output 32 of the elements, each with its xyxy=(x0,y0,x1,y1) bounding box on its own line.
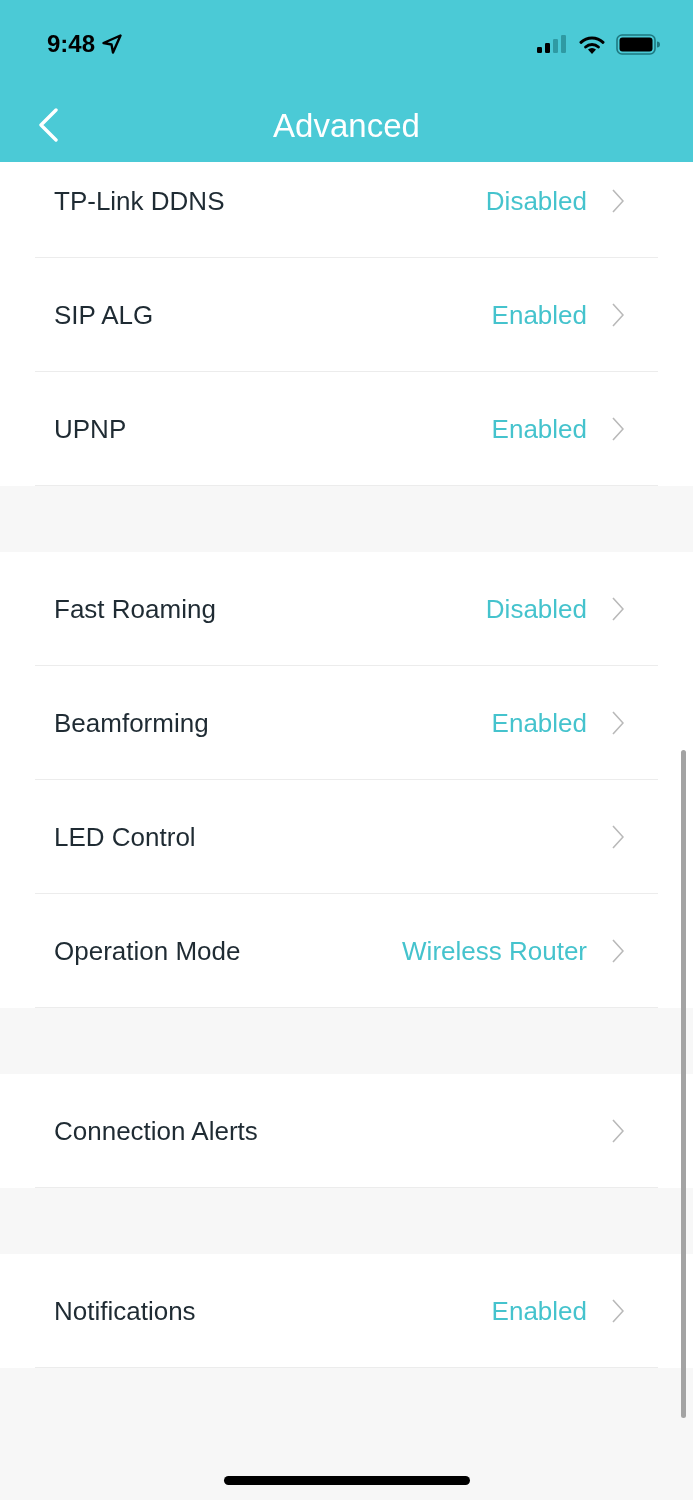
chevron-right-icon xyxy=(612,416,624,441)
setting-value: Wireless Router xyxy=(402,937,587,964)
chevron-right-icon xyxy=(612,1118,624,1143)
setting-label[interactable]: Connection Alerts xyxy=(54,1117,258,1144)
chevron-right-icon xyxy=(612,1298,624,1323)
chevron-right-icon xyxy=(612,596,624,621)
battery-icon xyxy=(616,33,660,55)
location-arrow-icon xyxy=(102,34,123,54)
back-chevron-icon xyxy=(38,108,58,142)
wifi-icon xyxy=(579,34,605,54)
chevron-right-icon xyxy=(612,824,624,849)
setting-value: Enabled xyxy=(491,1297,587,1324)
setting-label[interactable]: LED Control xyxy=(54,823,196,850)
setting-label[interactable]: TP-Link DDNS xyxy=(54,187,225,214)
setting-value: Disabled xyxy=(485,595,587,622)
setting-value: Enabled xyxy=(491,415,587,442)
setting-value: Enabled xyxy=(491,301,587,328)
setting-label[interactable]: UPNP xyxy=(54,415,127,442)
chevron-right-icon xyxy=(612,938,624,963)
setting-value: Disabled xyxy=(485,187,587,214)
chevron-right-icon xyxy=(612,302,624,327)
signal-bars-icon xyxy=(537,35,567,53)
setting-label[interactable]: Notifications xyxy=(54,1297,196,1324)
setting-value: Enabled xyxy=(491,709,587,736)
setting-label[interactable]: Fast Roaming xyxy=(54,595,216,622)
page-title: Advanced xyxy=(273,108,420,142)
setting-label[interactable]: Beamforming xyxy=(54,709,209,736)
setting-label[interactable]: Operation Mode xyxy=(54,937,241,964)
setting-label[interactable]: SIP ALG xyxy=(54,301,154,328)
chevron-right-icon xyxy=(612,710,624,735)
status-time: 9:48 xyxy=(47,32,96,56)
chevron-right-icon xyxy=(612,188,624,213)
